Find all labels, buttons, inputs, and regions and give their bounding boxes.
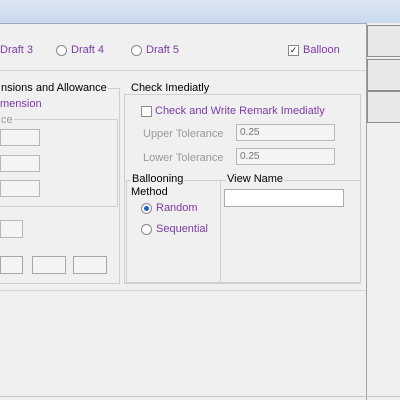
ballooning-method-title-line2: Method	[131, 186, 168, 198]
view-name-value	[225, 192, 228, 203]
check-write-remark-label[interactable]: Check and Write Remark Imediatly	[155, 105, 325, 117]
allowance-subgroup-title: ce	[0, 114, 14, 126]
dimension-label: mension	[0, 98, 42, 110]
side-button-3[interactable]	[367, 91, 400, 123]
allowance-field-3[interactable]	[0, 180, 40, 197]
sequential-radio[interactable]	[141, 224, 152, 235]
upper-tolerance-field[interactable]: 0.25	[236, 124, 335, 141]
draft4-radio[interactable]	[56, 45, 67, 56]
dimensions-allowance-title: nsions and Allowance	[0, 82, 108, 94]
lower-tolerance-field[interactable]: 0.25	[236, 148, 335, 165]
allowance-field-2[interactable]	[0, 155, 40, 172]
lower-tolerance-value: 0.25	[240, 151, 260, 162]
view-name-title: View Name	[226, 173, 285, 185]
small-button-3[interactable]	[73, 256, 107, 274]
row-divider	[0, 70, 366, 71]
small-button-1[interactable]	[0, 256, 23, 274]
view-name-input[interactable]	[224, 189, 344, 207]
side-button-1[interactable]	[367, 25, 400, 57]
random-radio-label[interactable]: Random	[156, 202, 198, 214]
draft4-radio-label[interactable]: Draft 4	[71, 44, 104, 56]
check-write-remark-checkbox[interactable]	[141, 106, 152, 117]
sequential-radio-label[interactable]: Sequential	[156, 223, 208, 235]
upper-tolerance-label: Upper Tolerance	[143, 128, 224, 140]
allowance-field-1[interactable]	[0, 129, 40, 146]
check-imediatly-title: Check Imediatly	[130, 82, 211, 94]
small-button-2[interactable]	[32, 256, 66, 274]
balloon-checkbox[interactable]: ✓	[288, 45, 299, 56]
lower-tolerance-label: Lower Tolerance	[143, 152, 224, 164]
upper-tolerance-value: 0.25	[240, 127, 260, 138]
random-radio[interactable]	[141, 203, 152, 214]
draft5-radio[interactable]	[131, 45, 142, 56]
allowance-field-4[interactable]	[0, 220, 23, 238]
draft5-radio-label[interactable]: Draft 5	[146, 44, 179, 56]
top-divider	[0, 23, 366, 24]
ballooning-method-title-line1: Ballooning	[131, 173, 185, 185]
bottom-border	[0, 396, 400, 397]
side-button-2[interactable]	[367, 59, 400, 91]
window-titlebar	[0, 0, 400, 24]
lower-divider	[0, 290, 366, 291]
draft3-radio-label[interactable]: Draft 3	[0, 44, 33, 56]
balloon-checkbox-label[interactable]: Balloon	[303, 44, 340, 56]
